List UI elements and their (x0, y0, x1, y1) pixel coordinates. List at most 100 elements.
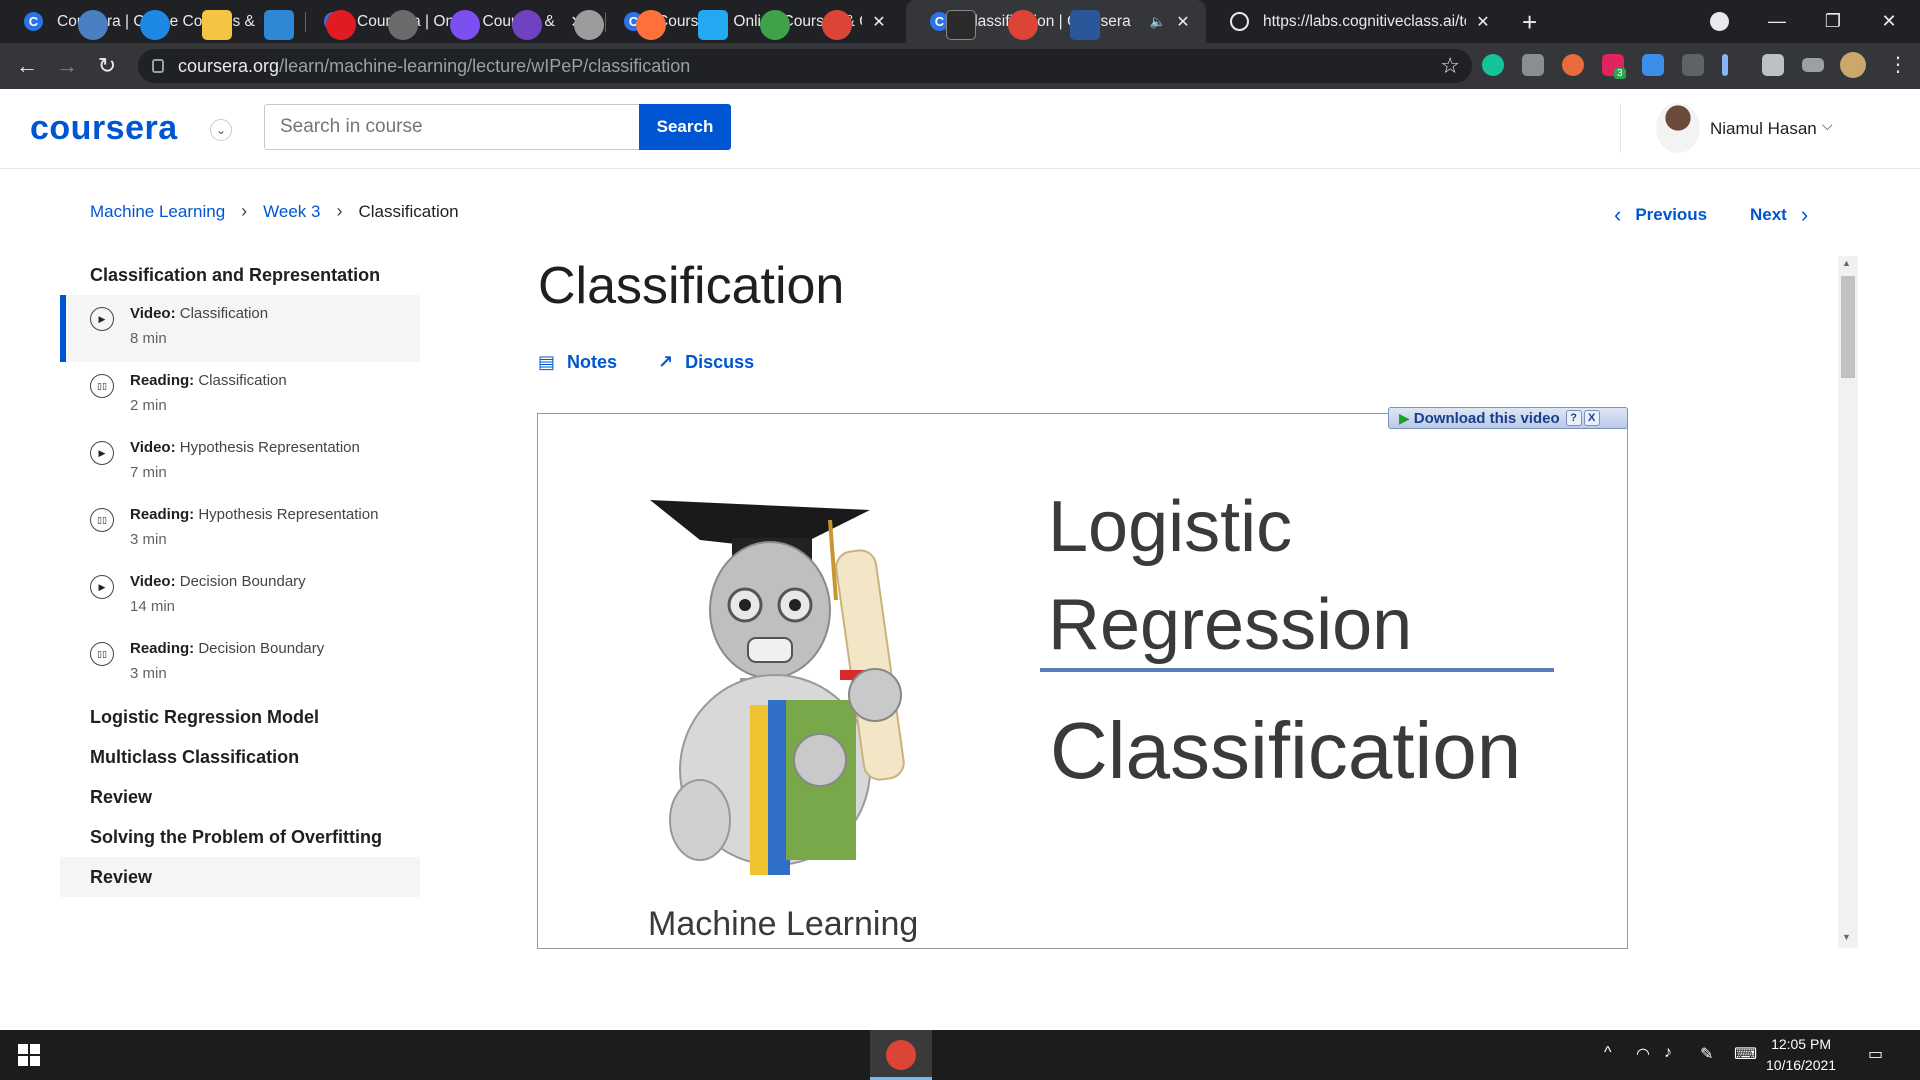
github-desktop-icon[interactable] (512, 10, 542, 40)
notifications-icon[interactable]: ▭ (1868, 1044, 1883, 1064)
firefox-icon[interactable] (636, 10, 666, 40)
coursera-logo[interactable]: coursera (30, 109, 178, 148)
scroll-down-icon[interactable]: ▼ (1842, 932, 1851, 942)
item-duration: 7 min (130, 464, 167, 481)
system-clock[interactable]: 12:05 PM 10/16/2021 (1766, 1034, 1836, 1076)
restore-icon[interactable]: ❐ (1810, 0, 1856, 43)
scrollbar-thumb[interactable] (1841, 276, 1855, 378)
sidebar-item-reading-decision-boundary[interactable]: ▯▯ Reading: Decision Boundary 3 min (60, 630, 420, 697)
extension-icon[interactable] (1682, 54, 1704, 76)
paint-icon[interactable] (574, 10, 604, 40)
kebab-menu-icon[interactable]: ⋮ (1888, 52, 1908, 77)
scroll-up-icon[interactable]: ▲ (1842, 258, 1851, 268)
qb-app-icon[interactable] (78, 10, 108, 40)
opera-icon[interactable] (326, 10, 356, 40)
discuss-button[interactable]: ↗ Discuss (658, 352, 754, 373)
user-name[interactable]: Niamul Hasan (1710, 119, 1817, 139)
close-tab-icon[interactable]: ✕ (1474, 12, 1492, 32)
chevron-left-icon: ‹ (1614, 202, 1622, 227)
chevron-down-icon[interactable]: ⌵ (1822, 117, 1833, 134)
windows-start-icon[interactable] (18, 1044, 40, 1066)
close-tab-icon[interactable]: ✕ (1174, 12, 1192, 32)
avatar[interactable] (1656, 103, 1700, 153)
chevron-up-icon[interactable]: ^ (1604, 1044, 1612, 1062)
file-explorer-icon[interactable] (202, 10, 232, 40)
module-review[interactable]: Review (60, 777, 420, 817)
play-icon: ▶ (90, 307, 114, 331)
url-path: /learn/machine-learning/lecture/wIPeP/cl… (279, 55, 691, 76)
wifi-icon[interactable]: ◠ (1636, 1044, 1650, 1064)
discuss-label: Discuss (685, 352, 755, 372)
sidebar-item-video-classification[interactable]: ▶ Video: Classification 8 min (60, 295, 420, 362)
forward-arrow-icon[interactable]: → (52, 51, 82, 81)
speaker-icon[interactable]: 🔈 (1150, 14, 1166, 30)
search-input[interactable] (264, 104, 640, 150)
chrome-icon[interactable] (822, 10, 852, 40)
back-arrow-icon[interactable]: ← (12, 51, 42, 81)
close-tab-icon[interactable]: ✕ (870, 12, 888, 32)
section-title[interactable]: Classification and Representation (60, 255, 420, 295)
previous-button[interactable]: ‹ Previous (1614, 202, 1707, 228)
minimize-icon[interactable]: — (1754, 0, 1800, 43)
module-review-2[interactable]: Review (60, 857, 420, 897)
notes-button[interactable]: ▤ Notes (538, 352, 617, 373)
keyboard-icon[interactable]: ⌨ (1734, 1044, 1757, 1064)
next-button[interactable]: Next › (1750, 202, 1808, 228)
close-icon[interactable]: X (1583, 410, 1600, 426)
item-label: Reading: Hypothesis Representation (130, 506, 420, 523)
help-icon[interactable]: ? (1565, 410, 1582, 426)
course-sidebar: Classification and Representation ▶ Vide… (60, 255, 420, 897)
window-close-icon[interactable]: ✕ (1866, 0, 1912, 43)
bookmark-star-icon[interactable]: ☆ (1440, 53, 1460, 79)
tab-search-icon[interactable] (1710, 12, 1729, 31)
module-overfitting[interactable]: Solving the Problem of Overfitting (60, 817, 420, 857)
chevron-down-icon[interactable]: ⌄ (210, 119, 232, 141)
item-title: Classification (198, 372, 287, 389)
satellite-app-icon[interactable] (388, 10, 418, 40)
vscode-icon[interactable] (698, 10, 728, 40)
slide-subheading: Classification (1050, 706, 1522, 795)
browser-tab[interactable]: https://labs.cognitiveclass.ai/tool ✕ (1206, 0, 1506, 43)
module-logistic-regression-model[interactable]: Logistic Regression Model (60, 697, 420, 737)
puzzle-extensions-icon[interactable] (1762, 54, 1784, 76)
item-title: Hypothesis Representation (179, 439, 360, 456)
word-icon[interactable] (1070, 10, 1100, 40)
item-label: Reading: Decision Boundary (130, 640, 420, 657)
grammarly-extension-icon[interactable] (1482, 54, 1504, 76)
profile-avatar-icon[interactable] (1840, 52, 1866, 78)
sidebar-item-reading-classification[interactable]: ▯▯ Reading: Classification 2 min (60, 362, 420, 429)
search-button[interactable]: Search (639, 104, 731, 150)
sidebar-item-reading-hypothesis[interactable]: ▯▯ Reading: Hypothesis Representation 3 … (60, 496, 420, 563)
volume-icon[interactable]: ♪ (1664, 1044, 1672, 1062)
item-kind: Reading: (130, 506, 195, 523)
pen-icon[interactable]: ✎ (1700, 1044, 1713, 1064)
chrome-profile-icon[interactable] (1008, 10, 1038, 40)
module-multiclass-classification[interactable]: Multiclass Classification (60, 737, 420, 777)
download-video-bar[interactable]: ▶ Download this video ? X (1388, 407, 1628, 429)
download-video-button[interactable]: Download this video (1414, 410, 1560, 427)
tab-title: Classification | Coursera (963, 12, 1131, 30)
messenger-icon[interactable] (450, 10, 480, 40)
breadcrumb-course[interactable]: Machine Learning (90, 202, 225, 222)
globe-icon (1230, 12, 1249, 31)
download-extension-icon[interactable] (1642, 54, 1664, 76)
sidebar-item-video-hypothesis[interactable]: ▶ Video: Hypothesis Representation 7 min (60, 429, 420, 496)
mail-icon[interactable] (264, 10, 294, 40)
edge-icon[interactable] (140, 10, 170, 40)
chrome-icon[interactable] (886, 1040, 916, 1070)
extension-icon[interactable] (1562, 54, 1584, 76)
item-label: Video: Decision Boundary (130, 573, 420, 590)
reload-icon[interactable]: ↻ (92, 51, 122, 81)
new-tab-button[interactable]: + (1522, 7, 1537, 38)
windows-taskbar (0, 1030, 1920, 1080)
app-icon[interactable] (760, 10, 790, 40)
breadcrumb-week[interactable]: Week 3 (263, 202, 320, 222)
book-icon: ▯▯ (90, 374, 114, 398)
address-bar[interactable]: coursera.org/learn/machine-learning/lect… (138, 49, 1472, 83)
camera-extension-icon[interactable] (1522, 54, 1544, 76)
item-duration: 3 min (130, 665, 167, 682)
terminal-icon[interactable] (946, 10, 976, 40)
sidebar-item-video-decision-boundary[interactable]: ▶ Video: Decision Boundary 14 min (60, 563, 420, 630)
media-queue-icon[interactable] (1802, 58, 1824, 72)
pen-extension-icon[interactable] (1722, 54, 1728, 76)
